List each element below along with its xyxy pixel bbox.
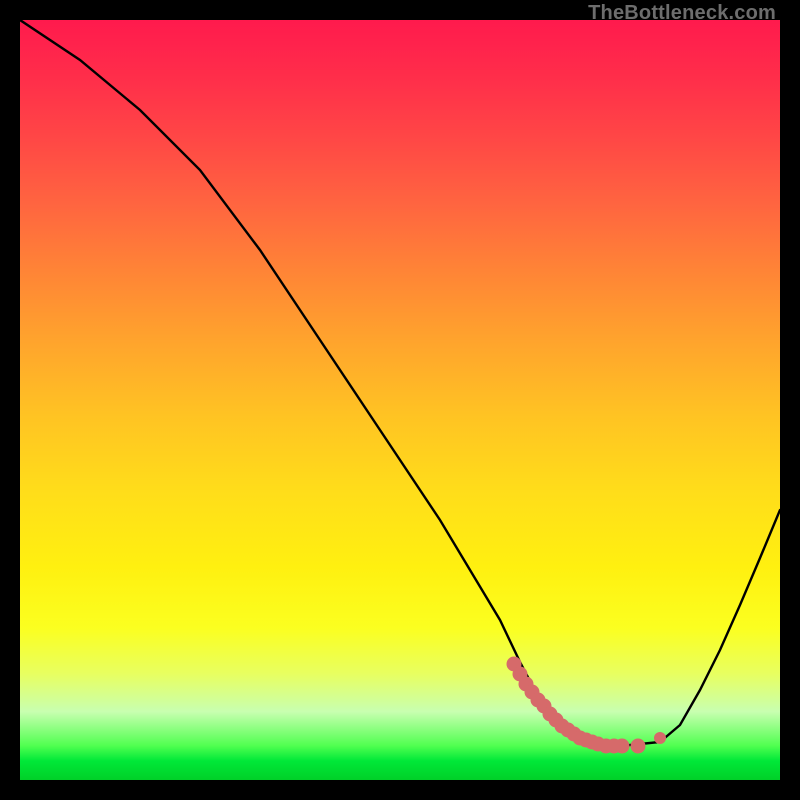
- heat-gradient-background: [20, 20, 780, 780]
- chart-plot-area: [20, 20, 780, 780]
